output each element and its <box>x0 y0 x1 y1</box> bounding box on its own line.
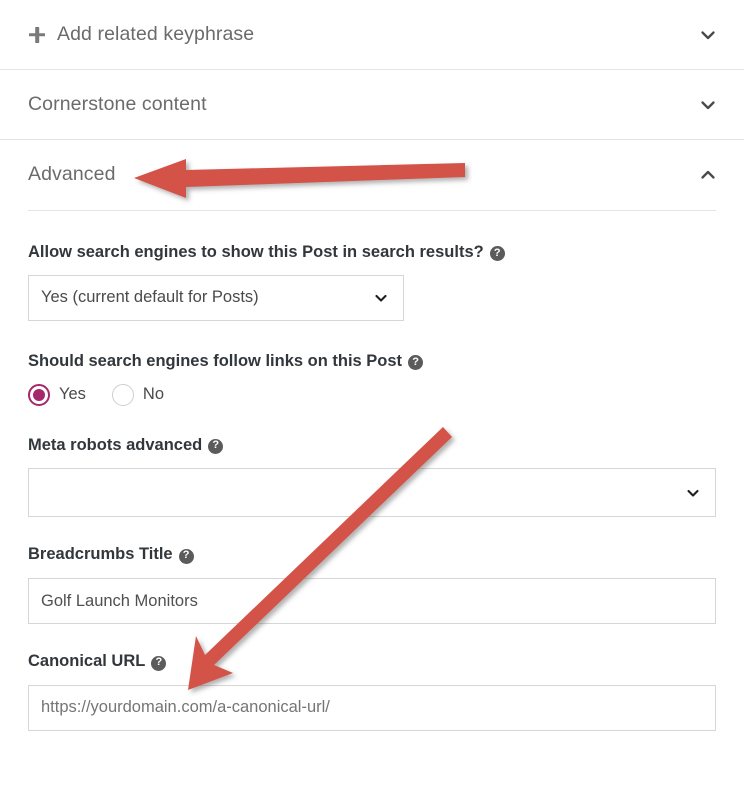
label-meta-robots-advanced: Meta robots advanced ? <box>28 436 716 456</box>
accordion-label-add-related-keyphrase: Add related keyphrase <box>57 22 255 45</box>
help-icon[interactable]: ? <box>208 438 224 454</box>
accordion-label-advanced: Advanced <box>28 163 116 186</box>
radio-label-no: No <box>142 385 165 404</box>
accordion-label-cornerstone-content: Cornerstone content <box>28 92 207 115</box>
help-icon[interactable]: ? <box>178 548 194 564</box>
chevron-down-icon[interactable] <box>698 25 718 45</box>
radio-dot-yes[interactable] <box>28 383 50 406</box>
field-allow-indexing: Allow search engines to show this Post i… <box>28 243 716 321</box>
plus-icon <box>28 26 46 44</box>
accordion-advanced[interactable]: Advanced <box>0 140 744 210</box>
select-allow-indexing[interactable]: Yes (current default for Posts) <box>28 274 404 321</box>
label-canonical-url: Canonical URL ? <box>28 652 716 672</box>
select-allow-indexing-value: Yes (current default for Posts) <box>41 288 259 307</box>
label-follow-links: Should search engines follow links on th… <box>28 352 716 372</box>
label-allow-indexing-text: Allow search engines to show this Post i… <box>28 243 484 261</box>
chevron-down-icon[interactable] <box>698 95 718 115</box>
help-icon[interactable]: ? <box>151 655 167 671</box>
radio-label-yes: Yes <box>59 385 86 404</box>
advanced-panel-body: Allow search engines to show this Post i… <box>0 243 744 731</box>
field-follow-links: Should search engines follow links on th… <box>28 352 716 406</box>
label-breadcrumbs-title-text: Breadcrumbs Title <box>28 545 173 564</box>
breadcrumbs-title-input[interactable] <box>28 578 716 625</box>
canonical-url-input[interactable] <box>28 684 716 731</box>
field-canonical-url: Canonical URL ? <box>28 652 716 731</box>
help-icon[interactable]: ? <box>489 246 505 262</box>
label-follow-links-text: Should search engines follow links on th… <box>28 351 403 370</box>
label-meta-robots-advanced-text: Meta robots advanced <box>28 435 203 454</box>
advanced-panel-divider <box>28 210 716 211</box>
field-meta-robots-advanced: Meta robots advanced ? <box>28 436 716 518</box>
radio-option-yes[interactable]: Yes <box>28 383 86 406</box>
chevron-down-icon[interactable] <box>685 485 701 501</box>
label-allow-indexing: Allow search engines to show this Post i… <box>28 243 716 263</box>
select-meta-robots-advanced[interactable] <box>28 468 716 518</box>
accordion-add-related-keyphrase[interactable]: Add related keyphrase <box>0 0 744 70</box>
chevron-down-icon[interactable] <box>373 290 389 306</box>
chevron-up-icon[interactable] <box>698 165 718 185</box>
help-icon[interactable]: ? <box>408 355 424 371</box>
seo-advanced-panel: Add related keyphrase Cornerstone conten… <box>0 0 744 731</box>
radio-group-follow-links: Yes No <box>28 383 716 406</box>
accordion-cornerstone-content[interactable]: Cornerstone content <box>0 70 744 140</box>
radio-dot-no[interactable] <box>111 383 134 406</box>
label-canonical-url-text: Canonical URL <box>28 652 146 671</box>
radio-option-no[interactable]: No <box>111 383 165 406</box>
label-breadcrumbs-title: Breadcrumbs Title ? <box>28 545 716 565</box>
field-breadcrumbs-title: Breadcrumbs Title ? <box>28 545 716 625</box>
